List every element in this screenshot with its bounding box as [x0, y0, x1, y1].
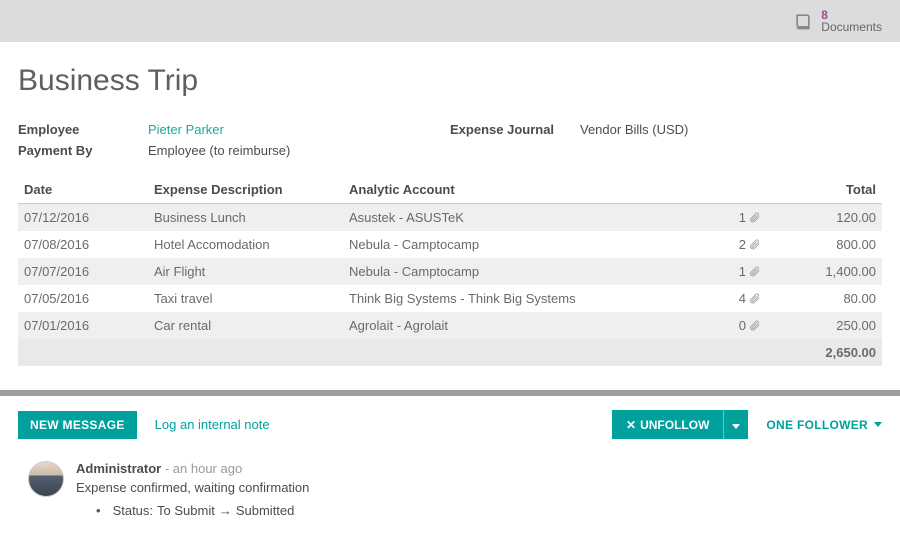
cell-desc: Taxi travel	[148, 285, 343, 312]
cell-analytic: Agrolait - Agrolait	[343, 312, 717, 339]
cell-desc: Air Flight	[148, 258, 343, 285]
cell-desc: Hotel Accomodation	[148, 231, 343, 258]
cell-attach[interactable]: 4	[717, 285, 767, 312]
page-title: Business Trip	[18, 64, 882, 98]
status-change: Status: To Submit → Submitted	[76, 503, 309, 518]
book-icon	[793, 11, 813, 31]
x-icon: ✕	[626, 418, 636, 432]
documents-label: Documents	[821, 21, 882, 33]
documents-stat-button[interactable]: 8 Documents	[793, 9, 882, 33]
grand-total: 2,650.00	[767, 339, 882, 366]
message-time: - an hour ago	[165, 461, 242, 476]
status-label: Status:	[113, 503, 153, 518]
table-row[interactable]: 07/07/2016 Air Flight Nebula - Camptocam…	[18, 258, 882, 285]
cell-analytic: Nebula - Camptocamp	[343, 258, 717, 285]
cell-analytic: Think Big Systems - Think Big Systems	[343, 285, 717, 312]
expense-journal-value: Vendor Bills (USD)	[580, 122, 882, 137]
col-analytic: Analytic Account	[343, 176, 717, 204]
col-desc: Expense Description	[148, 176, 343, 204]
cell-total: 800.00	[767, 231, 882, 258]
cell-date: 07/05/2016	[18, 285, 148, 312]
cell-attach[interactable]: 2	[717, 231, 767, 258]
payment-by-value: Employee (to reimburse)	[148, 143, 450, 158]
col-date: Date	[18, 176, 148, 204]
cell-date: 07/01/2016	[18, 312, 148, 339]
followers-link[interactable]: ONE FOLLOWER	[766, 418, 882, 432]
cell-desc: Business Lunch	[148, 204, 343, 232]
chatter: NEW MESSAGE Log an internal note ✕UNFOLL…	[0, 396, 900, 548]
cell-total: 120.00	[767, 204, 882, 232]
paperclip-icon	[748, 292, 761, 305]
table-row[interactable]: 07/05/2016 Taxi travel Think Big Systems…	[18, 285, 882, 312]
col-total: Total	[767, 176, 882, 204]
paperclip-icon	[748, 319, 761, 332]
message: Administrator - an hour ago Expense conf…	[18, 461, 882, 518]
avatar	[28, 461, 64, 497]
employee-label: Employee	[18, 122, 148, 137]
status-from: To Submit	[157, 503, 215, 518]
cell-total: 1,400.00	[767, 258, 882, 285]
table-row[interactable]: 07/01/2016 Car rental Agrolait - Agrolai…	[18, 312, 882, 339]
cell-total: 80.00	[767, 285, 882, 312]
caret-down-icon	[874, 422, 882, 427]
cell-date: 07/07/2016	[18, 258, 148, 285]
cell-desc: Car rental	[148, 312, 343, 339]
form-fields: Employee Pieter Parker Expense Journal V…	[18, 122, 882, 158]
paperclip-icon	[748, 211, 761, 224]
table-row[interactable]: 07/12/2016 Business Lunch Asustek - ASUS…	[18, 204, 882, 232]
cell-attach[interactable]: 0	[717, 312, 767, 339]
payment-by-label: Payment By	[18, 143, 148, 158]
form-content: Business Trip Employee Pieter Parker Exp…	[0, 42, 900, 376]
topbar: 8 Documents	[0, 0, 900, 42]
cell-total: 250.00	[767, 312, 882, 339]
cell-date: 07/12/2016	[18, 204, 148, 232]
cell-attach[interactable]: 1	[717, 204, 767, 232]
paperclip-icon	[748, 238, 761, 251]
unfollow-dropdown-button[interactable]	[723, 410, 748, 439]
paperclip-icon	[748, 265, 761, 278]
table-row[interactable]: 07/08/2016 Hotel Accomodation Nebula - C…	[18, 231, 882, 258]
caret-down-icon	[732, 424, 740, 429]
arrow-right-icon: →	[219, 503, 232, 518]
new-message-button[interactable]: NEW MESSAGE	[18, 411, 137, 439]
employee-value[interactable]: Pieter Parker	[148, 122, 450, 137]
cell-date: 07/08/2016	[18, 231, 148, 258]
expense-journal-label: Expense Journal	[450, 122, 580, 137]
status-to: Submitted	[236, 503, 295, 518]
expense-table: Date Expense Description Analytic Accoun…	[18, 176, 882, 366]
cell-analytic: Asustek - ASUSTeK	[343, 204, 717, 232]
cell-analytic: Nebula - Camptocamp	[343, 231, 717, 258]
message-body: Expense confirmed, waiting confirmation	[76, 480, 309, 495]
log-note-link[interactable]: Log an internal note	[155, 417, 270, 432]
unfollow-button[interactable]: ✕UNFOLLOW	[612, 410, 723, 439]
message-author: Administrator	[76, 461, 161, 476]
cell-attach[interactable]: 1	[717, 258, 767, 285]
